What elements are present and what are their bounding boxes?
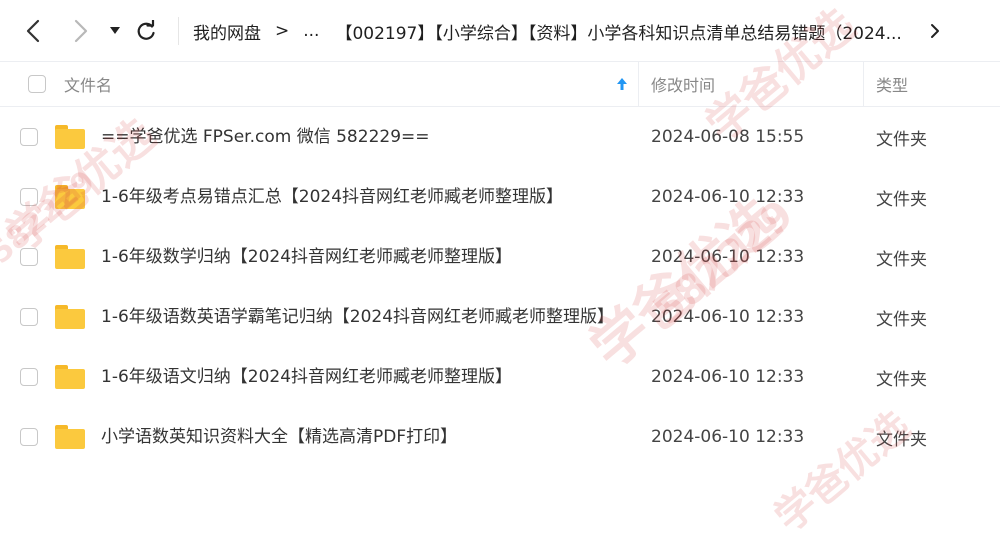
checkbox-box: [20, 188, 38, 206]
history-dropdown-button[interactable]: [106, 0, 124, 62]
select-all-checkbox[interactable]: [28, 62, 46, 106]
modified-time: 2024-06-10 12:33: [651, 307, 805, 327]
folder-icon: [55, 227, 85, 287]
folder-icon: [55, 167, 85, 227]
checkbox-box: [20, 368, 38, 386]
checkbox-box: [20, 428, 38, 446]
chevron-right-icon: [931, 24, 939, 38]
file-type: 文件夹: [876, 189, 927, 210]
table-row[interactable]: 1-6年级语文归纳【2024抖音网红老师臧老师整理版】 2024-06-10 1…: [0, 347, 1000, 407]
file-name[interactable]: ==学爸优选 FPSer.com 微信 582229==: [101, 107, 621, 167]
checkbox-box: [20, 308, 38, 326]
file-list: ==学爸优选 FPSer.com 微信 582229== 2024-06-08 …: [0, 107, 1000, 467]
column-divider[interactable]: [863, 62, 864, 106]
file-list-header: 文件名 修改时间 类型: [0, 62, 1000, 107]
file-name[interactable]: 小学语数英知识资料大全【精选高清PDF打印】: [101, 407, 621, 467]
arrow-up-icon: [617, 78, 627, 90]
row-checkbox[interactable]: [20, 287, 38, 347]
triangle-down-icon: [110, 27, 120, 34]
checkbox-box: [20, 128, 38, 146]
file-name[interactable]: 1-6年级语文归纳【2024抖音网红老师臧老师整理版】: [101, 347, 621, 407]
nav-divider: [178, 17, 179, 45]
checkbox-box: [20, 248, 38, 266]
file-type: 文件夹: [876, 249, 927, 270]
folder-icon: [55, 107, 85, 167]
refresh-icon: [137, 20, 155, 40]
file-type: 文件夹: [876, 429, 927, 450]
table-row[interactable]: 1-6年级考点易错点汇总【2024抖音网红老师臧老师整理版】 2024-06-1…: [0, 167, 1000, 227]
file-type: 文件夹: [876, 129, 927, 150]
row-checkbox[interactable]: [20, 347, 38, 407]
breadcrumb-current: 【002197】【小学综合】【资料】小学各科知识点清单总结易错题（2024...: [335, 23, 902, 44]
row-checkbox[interactable]: [20, 227, 38, 287]
folder-icon: [55, 407, 85, 467]
breadcrumb-root[interactable]: 我的网盘: [193, 19, 261, 44]
file-type: 文件夹: [876, 369, 927, 390]
header-modified[interactable]: 修改时间: [651, 62, 715, 106]
file-name[interactable]: 1-6年级数学归纳【2024抖音网红老师臧老师整理版】: [101, 227, 621, 287]
modified-time: 2024-06-08 15:55: [651, 127, 805, 147]
row-checkbox[interactable]: [20, 167, 38, 227]
row-checkbox[interactable]: [20, 107, 38, 167]
chevron-left-icon: [26, 19, 40, 43]
breadcrumb: 我的网盘 > ... 【002197】【小学综合】【资料】小学各科知识点清单总结…: [193, 0, 953, 62]
folder-icon: [55, 347, 85, 407]
navigation-bar: 我的网盘 > ... 【002197】【小学综合】【资料】小学各科知识点清单总结…: [0, 0, 1000, 62]
refresh-button[interactable]: [132, 0, 160, 62]
file-name[interactable]: 1-6年级语数英语学霸笔记归纳【2024抖音网红老师臧老师整理版】: [101, 287, 621, 347]
breadcrumb-ellipsis[interactable]: ...: [303, 21, 319, 41]
table-row[interactable]: ==学爸优选 FPSer.com 微信 582229== 2024-06-08 …: [0, 107, 1000, 167]
modified-time: 2024-06-10 12:33: [651, 427, 805, 447]
breadcrumb-next-button[interactable]: [930, 0, 940, 62]
folder-icon: [55, 287, 85, 347]
modified-time: 2024-06-10 12:33: [651, 247, 805, 267]
header-type[interactable]: 类型: [876, 62, 908, 106]
breadcrumb-separator: >: [275, 21, 290, 41]
checkbox-box: [28, 75, 46, 93]
file-name[interactable]: 1-6年级考点易错点汇总【2024抖音网红老师臧老师整理版】: [101, 167, 621, 227]
file-type: 文件夹: [876, 309, 927, 330]
chevron-right-icon: [74, 19, 88, 43]
table-row[interactable]: 1-6年级语数英语学霸笔记归纳【2024抖音网红老师臧老师整理版】 2024-0…: [0, 287, 1000, 347]
header-name[interactable]: 文件名: [64, 62, 112, 106]
modified-time: 2024-06-10 12:33: [651, 187, 805, 207]
forward-button[interactable]: [68, 0, 94, 62]
modified-time: 2024-06-10 12:33: [651, 367, 805, 387]
back-button[interactable]: [20, 0, 46, 62]
sort-ascending-indicator[interactable]: [616, 62, 628, 106]
table-row[interactable]: 1-6年级数学归纳【2024抖音网红老师臧老师整理版】 2024-06-10 1…: [0, 227, 1000, 287]
column-divider[interactable]: [638, 62, 639, 106]
table-row[interactable]: 小学语数英知识资料大全【精选高清PDF打印】 2024-06-10 12:33 …: [0, 407, 1000, 467]
row-checkbox[interactable]: [20, 407, 38, 467]
